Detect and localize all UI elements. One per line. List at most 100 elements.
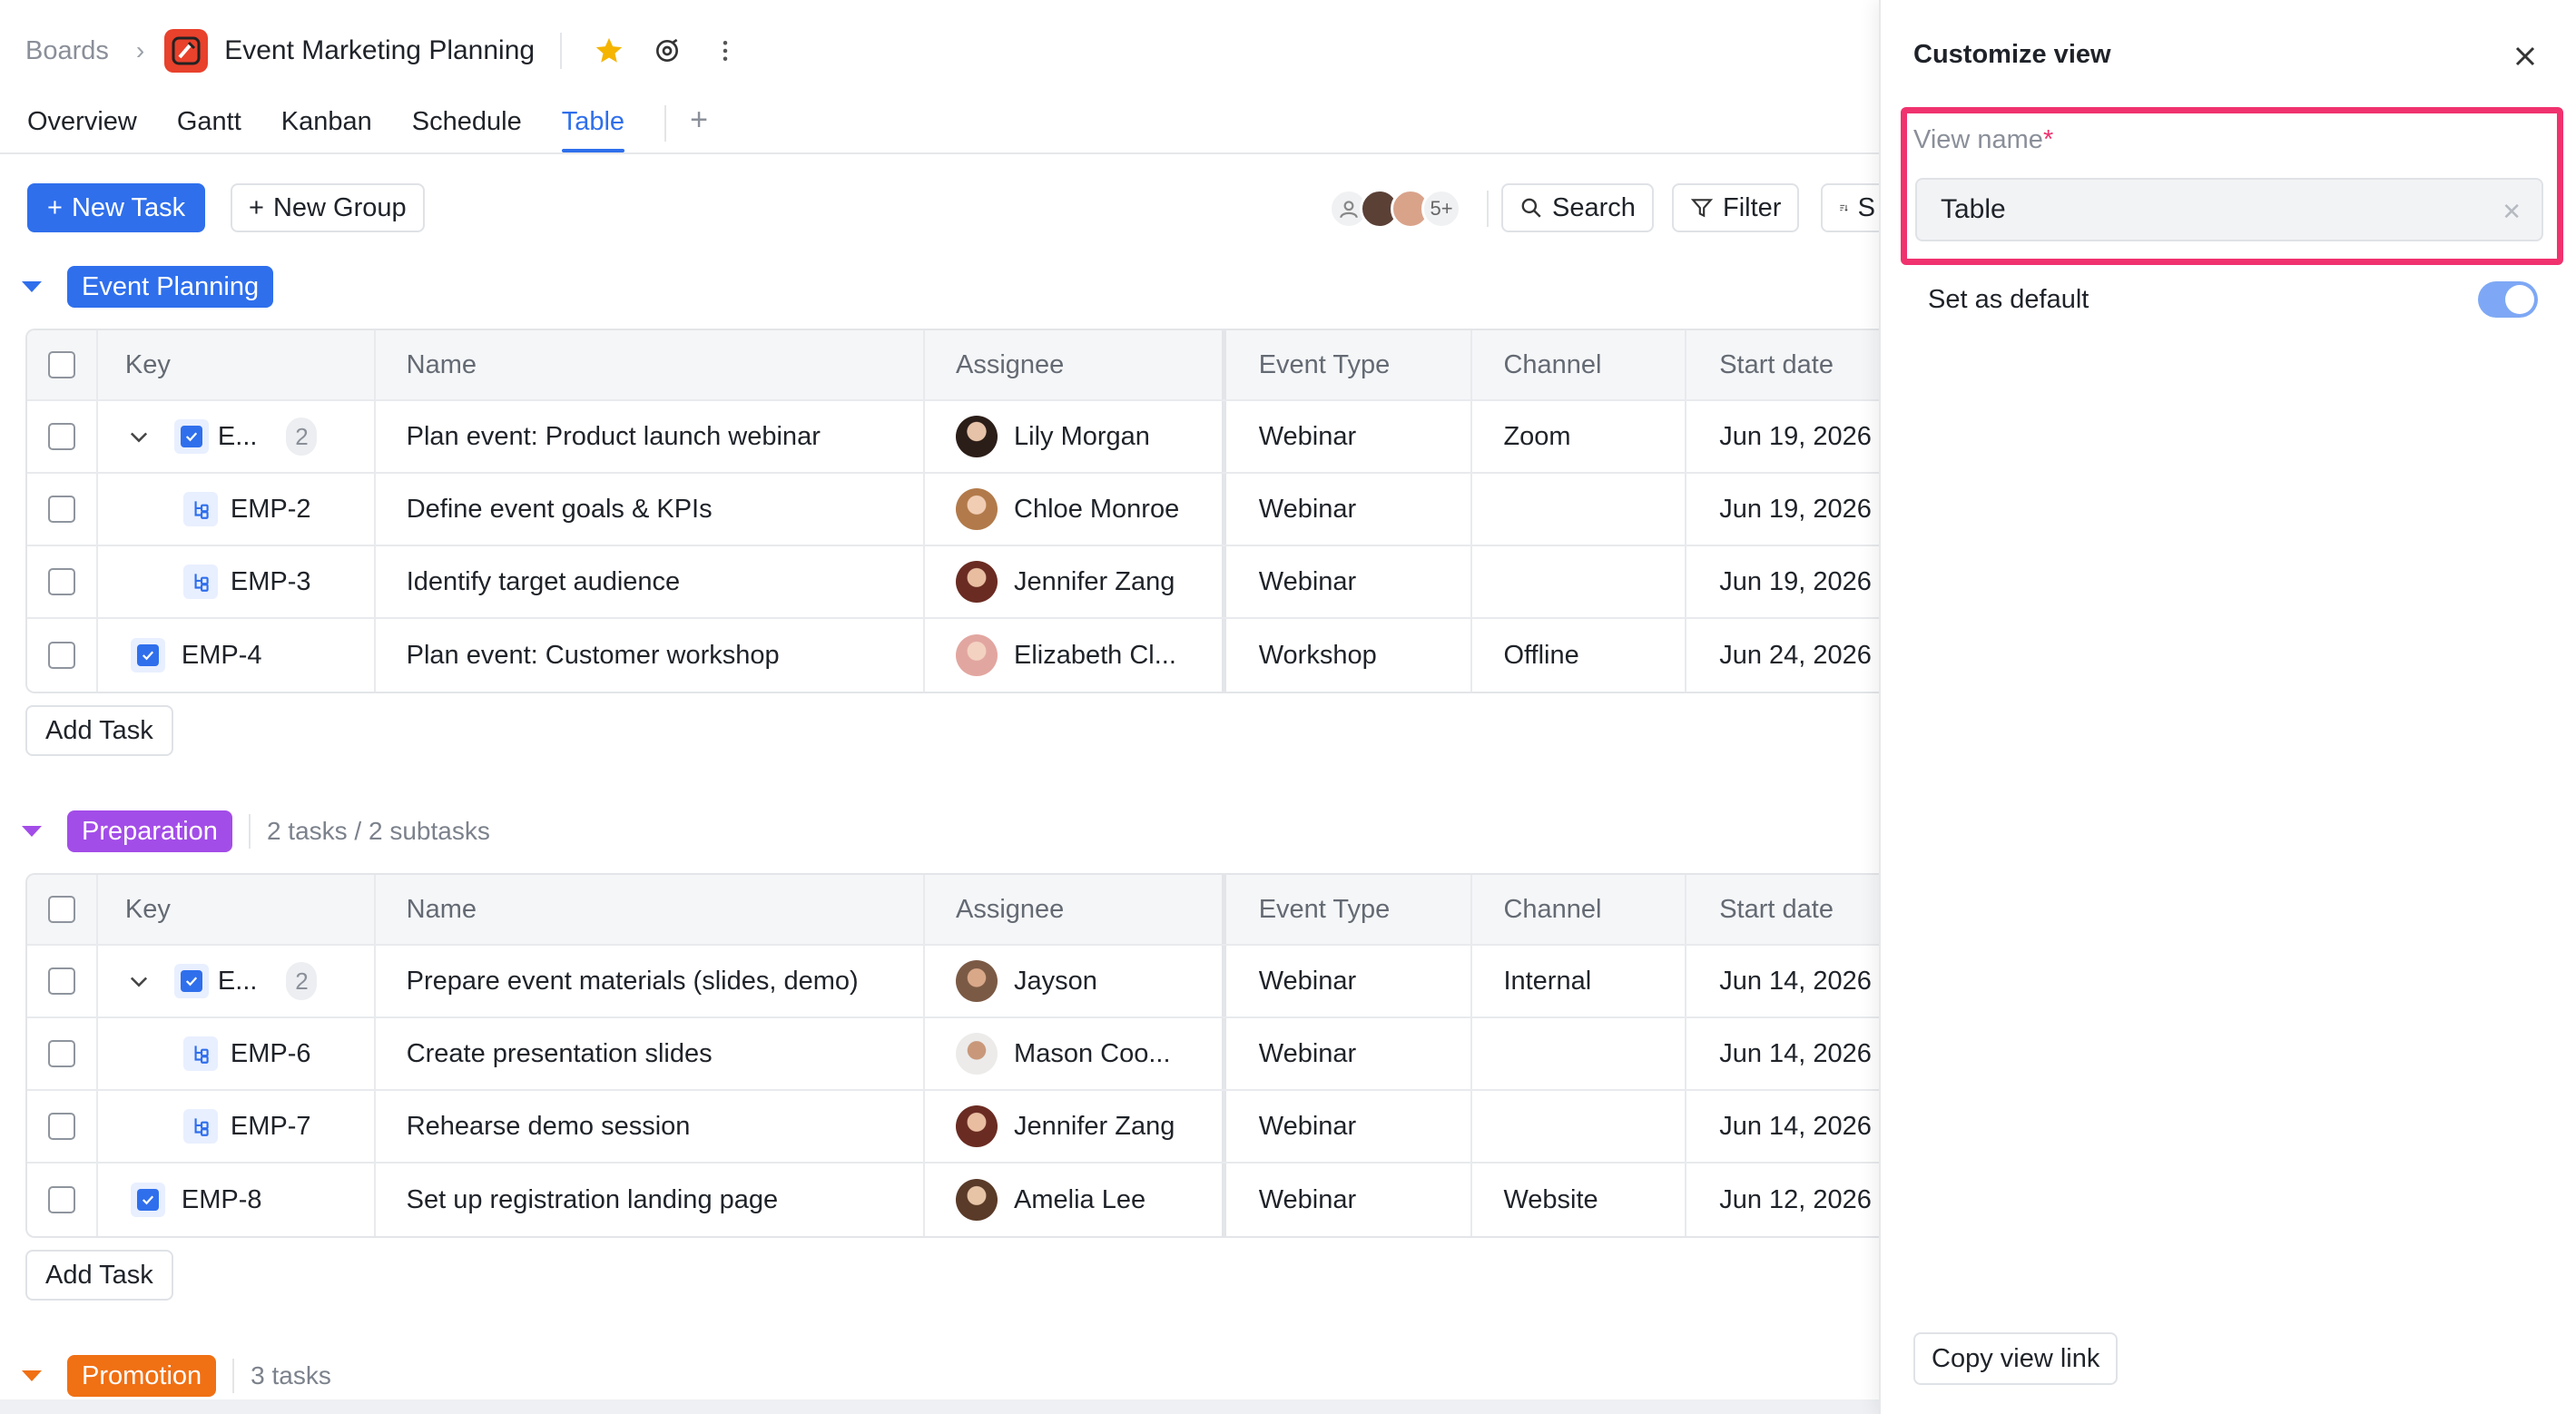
new-task-button[interactable]: + New Task [27, 183, 206, 232]
watch-icon[interactable] [649, 33, 685, 69]
event-type-cell[interactable]: Workshop [1226, 619, 1473, 692]
select-all-checkbox[interactable] [47, 896, 75, 923]
start-date-cell[interactable]: Jun 14, 2026 [1686, 946, 1895, 1016]
start-date-cell[interactable]: Jun 14, 2026 [1686, 1018, 1895, 1089]
tab-table[interactable]: Table [561, 102, 625, 152]
event-type-cell[interactable]: Webinar [1226, 946, 1473, 1016]
column-header-channel[interactable]: Channel [1472, 875, 1687, 944]
channel-cell[interactable] [1472, 546, 1687, 617]
table-row[interactable]: E... 2 Prepare event materials (slides, … [27, 946, 1895, 1018]
assignee-cell[interactable]: Lily Morgan [925, 401, 1226, 472]
channel-cell[interactable]: Internal [1472, 946, 1687, 1016]
tab-kanban[interactable]: Kanban [281, 102, 372, 152]
row-checkbox[interactable] [47, 423, 75, 450]
close-icon[interactable] [2509, 40, 2542, 73]
task-name[interactable]: Prepare event materials (slides, demo) [376, 946, 925, 1016]
task-key[interactable]: EMP-7 [231, 1112, 311, 1142]
column-header-start-date[interactable]: Start date [1686, 875, 1895, 944]
tab-schedule[interactable]: Schedule [412, 102, 522, 152]
group-header-preparation[interactable]: Preparation 2 tasks / 2 subtasks [22, 810, 490, 853]
column-header-assignee[interactable]: Assignee [925, 875, 1226, 944]
add-task-button[interactable]: Add Task [25, 705, 173, 756]
column-header-assignee[interactable]: Assignee [925, 330, 1226, 399]
row-checkbox[interactable] [47, 568, 75, 595]
event-type-cell[interactable]: Webinar [1226, 546, 1473, 617]
add-view-icon[interactable]: + [690, 102, 708, 138]
table-row[interactable]: EMP-8 Set up registration landing page A… [27, 1164, 1895, 1236]
table-row[interactable]: EMP-4 Plan event: Customer workshop Eliz… [27, 619, 1895, 692]
clear-input-icon[interactable]: ✕ [2502, 198, 2522, 226]
set-default-toggle[interactable] [2478, 281, 2538, 318]
event-type-cell[interactable]: Webinar [1226, 474, 1473, 545]
start-date-cell[interactable]: Jun 19, 2026 [1686, 401, 1895, 472]
start-date-cell[interactable]: Jun 12, 2026 [1686, 1164, 1895, 1236]
row-checkbox[interactable] [47, 642, 75, 669]
assignee-cell[interactable]: Jennifer Zang [925, 1091, 1226, 1162]
copy-view-link-button[interactable]: Copy view link [1913, 1332, 2119, 1385]
channel-cell[interactable]: Website [1472, 1164, 1687, 1236]
event-type-cell[interactable]: Webinar [1226, 1091, 1473, 1162]
more-options-icon[interactable] [707, 33, 743, 69]
tab-gantt[interactable]: Gantt [177, 102, 241, 152]
add-task-button[interactable]: Add Task [25, 1250, 173, 1301]
event-type-cell[interactable]: Webinar [1226, 1018, 1473, 1089]
select-all-checkbox[interactable] [47, 351, 75, 378]
task-name[interactable]: Plan event: Product launch webinar [376, 401, 925, 472]
task-key[interactable]: EMP-4 [182, 641, 262, 671]
column-header-name[interactable]: Name [376, 875, 925, 944]
task-name[interactable]: Rehearse demo session [376, 1091, 926, 1162]
column-header-start-date[interactable]: Start date [1686, 330, 1895, 399]
task-key[interactable]: E... [218, 422, 258, 452]
group-header-promotion[interactable]: Promotion 3 tasks [22, 1354, 331, 1398]
task-key[interactable]: EMP-3 [231, 567, 311, 597]
collapse-caret-icon[interactable] [22, 826, 42, 837]
task-name[interactable]: Identify target audience [376, 546, 926, 617]
event-type-cell[interactable]: Webinar [1226, 1164, 1473, 1236]
assignee-cell[interactable]: Jayson [925, 946, 1226, 1016]
table-row[interactable]: EMP-6 Create presentation slides Mason C… [27, 1018, 1895, 1091]
table-row[interactable]: E... 2 Plan event: Product launch webina… [27, 401, 1895, 474]
start-date-cell[interactable]: Jun 19, 2026 [1686, 546, 1895, 617]
column-header-event-type[interactable]: Event Type [1226, 875, 1473, 944]
task-key[interactable]: E... [218, 967, 258, 997]
channel-cell[interactable] [1472, 474, 1687, 545]
assignee-cell[interactable]: Jennifer Zang [925, 546, 1226, 617]
event-type-cell[interactable]: Webinar [1226, 401, 1473, 472]
column-header-name[interactable]: Name [376, 330, 925, 399]
row-checkbox[interactable] [47, 1040, 75, 1067]
table-row[interactable]: EMP-7 Rehearse demo session Jennifer Zan… [27, 1091, 1895, 1164]
collapse-caret-icon[interactable] [22, 1370, 42, 1381]
column-header-event-type[interactable]: Event Type [1226, 330, 1473, 399]
search-button[interactable]: Search [1501, 183, 1654, 232]
start-date-cell[interactable]: Jun 19, 2026 [1686, 474, 1895, 545]
row-checkbox[interactable] [47, 1113, 75, 1140]
channel-cell[interactable]: Zoom [1472, 401, 1687, 472]
collapse-caret-icon[interactable] [22, 281, 42, 292]
expand-chevron-icon[interactable] [125, 967, 152, 995]
member-avatars[interactable]: 5+ [1329, 189, 1461, 229]
horizontal-scrollbar[interactable] [0, 1399, 1879, 1414]
task-key[interactable]: EMP-2 [231, 495, 311, 525]
task-name[interactable]: Plan event: Customer workshop [376, 619, 925, 692]
expand-chevron-icon[interactable] [125, 423, 152, 450]
row-checkbox[interactable] [47, 967, 75, 995]
assignee-cell[interactable]: Mason Coo... [925, 1018, 1226, 1089]
table-row[interactable]: EMP-2 Define event goals & KPIs Chloe Mo… [27, 474, 1895, 546]
assignee-cell[interactable]: Chloe Monroe [925, 474, 1226, 545]
task-key[interactable]: EMP-6 [231, 1039, 311, 1069]
task-name[interactable]: Define event goals & KPIs [376, 474, 926, 545]
task-key[interactable]: EMP-8 [182, 1185, 262, 1215]
task-name[interactable]: Create presentation slides [376, 1018, 926, 1089]
star-icon[interactable] [591, 33, 627, 69]
start-date-cell[interactable]: Jun 14, 2026 [1686, 1091, 1895, 1162]
task-name[interactable]: Set up registration landing page [376, 1164, 925, 1236]
view-name-input[interactable]: Table ✕ [1915, 178, 2543, 241]
column-header-channel[interactable]: Channel [1472, 330, 1687, 399]
channel-cell[interactable] [1472, 1091, 1687, 1162]
column-header-key[interactable]: Key [98, 875, 376, 944]
assignee-cell[interactable]: Amelia Lee [925, 1164, 1226, 1236]
group-header-event-planning[interactable]: Event Planning [22, 265, 274, 309]
new-group-button[interactable]: + New Group [231, 183, 425, 232]
channel-cell[interactable] [1472, 1018, 1687, 1089]
tab-overview[interactable]: Overview [27, 102, 137, 152]
